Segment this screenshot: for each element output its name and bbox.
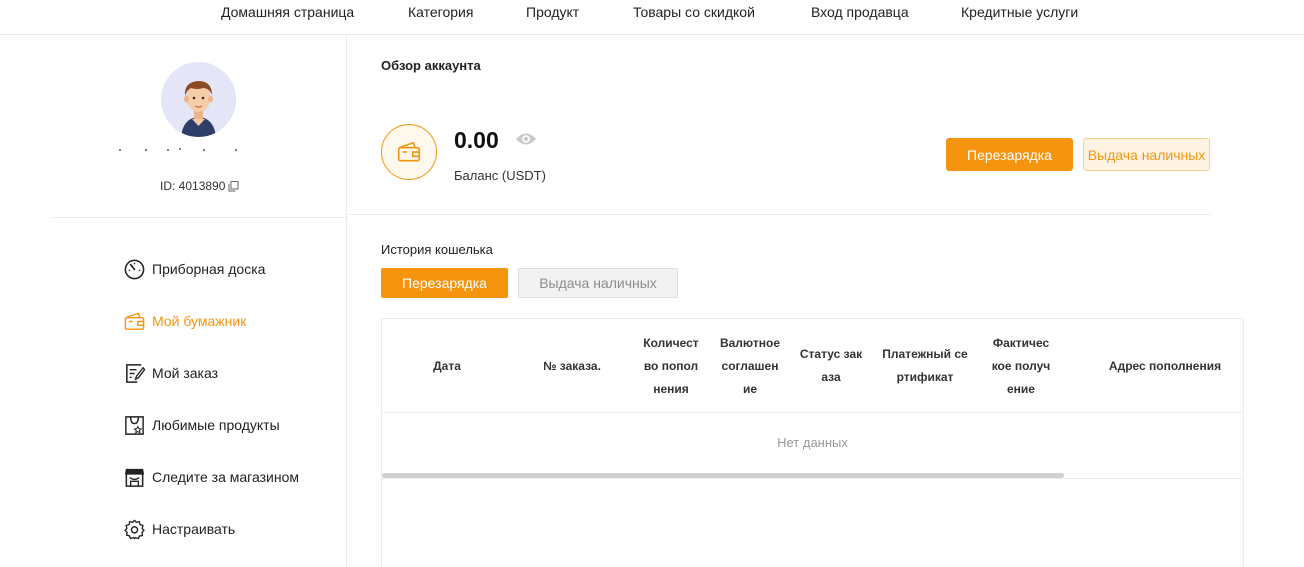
column-header-currency: Валютное соглашен ие [719, 335, 781, 396]
gear-icon [124, 518, 145, 540]
nav-discount-goods[interactable]: Товары со скидкой [633, 4, 755, 20]
sidebar-divider [52, 217, 347, 218]
column-header-order-number: № заказа. [543, 358, 601, 373]
nav-credit-services[interactable]: Кредитные услуги [961, 4, 1078, 20]
column-header-certificate: Платежный се ртификат [882, 347, 968, 384]
column-header-amount: Количест во попол нения [643, 335, 699, 396]
column-header-address: Адрес пополнения [1108, 358, 1222, 373]
sidebar-item-dashboard[interactable]: Приборная доска [123, 257, 265, 281]
sidebar-item-settings[interactable]: Настраивать [123, 517, 235, 541]
dashboard-icon [124, 259, 145, 279]
top-navigation: Домашняя страница Категория Продукт Това… [0, 0, 1304, 35]
avatar[interactable] [161, 62, 236, 137]
balance-value: 0.00 [454, 127, 499, 153]
nav-seller-login[interactable]: Вход продавца [811, 4, 909, 20]
account-overview-title: Обзор аккаунта [381, 58, 481, 73]
overview-divider [347, 214, 1210, 215]
sidebar-item-followed-stores[interactable]: Следите за магазином [123, 465, 299, 489]
tab-withdraw[interactable]: Выдача наличных [518, 268, 678, 298]
nav-home[interactable]: Домашняя страница [221, 4, 354, 20]
sidebar-item-label: Настраивать [152, 521, 236, 537]
nav-category[interactable]: Категория [408, 4, 473, 20]
user-id-text: ID: 4013890 [160, 179, 226, 193]
copy-icon[interactable] [228, 180, 239, 192]
sidebar-item-label: Любимые продукты [152, 417, 280, 433]
balance-label: Баланс (USDT) [454, 168, 546, 183]
wallet-icon [397, 141, 421, 162]
avatar-image [161, 62, 236, 137]
column-header-date: Дата [433, 358, 461, 373]
wallet-history-table: Дата № заказа. Количест во попол нения В… [381, 318, 1244, 567]
column-header-actual-received: Фактичес кое получ ение [991, 335, 1051, 396]
sidebar-item-label: Мой бумажник [152, 313, 247, 329]
balance-wallet-badge [381, 124, 437, 180]
sidebar-item-label: Мой заказ [152, 365, 219, 381]
nav-product[interactable]: Продукт [526, 4, 579, 20]
sidebar-item-label: Следите за магазином [152, 469, 299, 485]
order-icon [126, 363, 146, 383]
table-header: Дата № заказа. Количест во попол нения В… [382, 319, 1243, 413]
table-divider [382, 478, 1243, 479]
sidebar-item-label: Приборная доска [152, 261, 266, 277]
sidebar-item-orders[interactable]: Мой заказ [123, 361, 218, 385]
tab-recharge[interactable]: Перезарядка [381, 268, 508, 298]
username-redacted [119, 148, 237, 151]
store-icon [124, 468, 145, 487]
sidebar-item-favorites[interactable]: Любимые продукты [123, 413, 280, 437]
eye-icon[interactable] [515, 131, 537, 147]
sidebar-item-wallet[interactable]: Мой бумажник [123, 309, 246, 333]
wallet-history-title: История кошелька [381, 242, 493, 257]
favorite-bag-icon [125, 415, 144, 435]
empty-state-text: Нет данных [777, 435, 848, 450]
sidebar: ID: 4013890 Приборная доска Мой бумажник… [0, 35, 347, 567]
user-id: ID: 4013890 [160, 179, 239, 193]
column-header-status: Статус зак аза [799, 347, 863, 384]
wallet-icon [124, 311, 145, 330]
withdraw-button[interactable]: Выдача наличных [1083, 138, 1210, 171]
recharge-button[interactable]: Перезарядка [946, 138, 1073, 171]
